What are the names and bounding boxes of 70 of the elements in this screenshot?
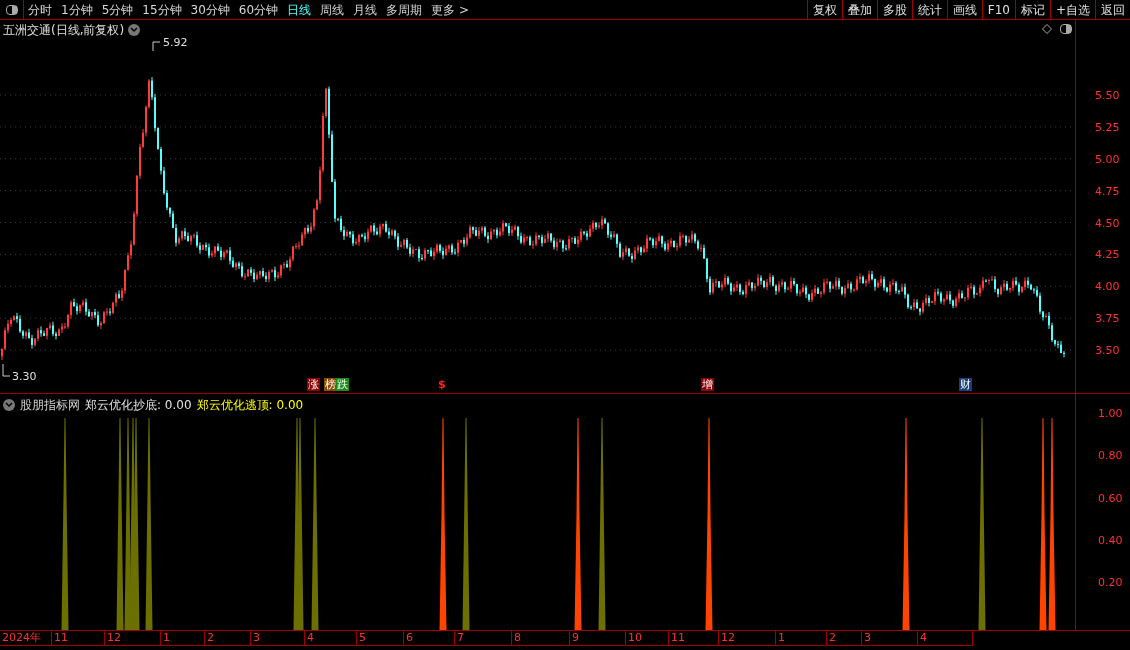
period-tab[interactable]: 5分钟 bbox=[101, 0, 134, 19]
event-marker[interactable]: 跌 bbox=[336, 378, 349, 391]
chart-title: 五洲交通(日线,前复权) bbox=[3, 22, 125, 39]
price-axis-label: 3.75 bbox=[1095, 311, 1120, 328]
time-axis-label: 5 bbox=[357, 631, 404, 646]
time-axis-label: 6 bbox=[404, 631, 455, 646]
price-axis-label: 4.50 bbox=[1095, 215, 1120, 232]
period-tab[interactable]: 60分钟 bbox=[238, 0, 279, 19]
toolbar-button[interactable]: 返回 bbox=[1095, 0, 1130, 19]
toolbar-button[interactable]: 统计 bbox=[911, 0, 947, 19]
toolbar-button[interactable]: F10 bbox=[981, 0, 1015, 19]
leader-line bbox=[152, 41, 161, 52]
price-axis-label: 5.00 bbox=[1095, 151, 1120, 168]
time-axis-label: 4 bbox=[918, 631, 973, 646]
period-tab[interactable]: 1分钟 bbox=[61, 0, 93, 19]
low-price-label: 3.30 bbox=[12, 369, 37, 385]
period-tab[interactable]: 分时 bbox=[28, 0, 52, 19]
time-axis-label: 12 bbox=[719, 631, 776, 646]
dropdown-icon[interactable] bbox=[3, 399, 15, 411]
indicator-axis-label: 0.20 bbox=[1098, 575, 1123, 592]
toolbar-button[interactable]: 画线 bbox=[946, 0, 982, 19]
time-axis-label: 3 bbox=[251, 631, 305, 646]
event-marker[interactable]: 涨 bbox=[307, 378, 320, 391]
time-axis-label: 7 bbox=[455, 631, 512, 646]
indicator-value: 郑云优化逃顶: 0.00 bbox=[196, 397, 304, 414]
indicator-value: 郑云优化抄底: 0.00 bbox=[85, 397, 192, 414]
event-marker[interactable]: 增 bbox=[701, 378, 714, 391]
indicator-axis-label: 0.40 bbox=[1098, 532, 1123, 549]
period-tab[interactable]: 多周期 bbox=[386, 0, 423, 19]
event-marker[interactable]: 财 bbox=[959, 378, 972, 391]
toolbar-button[interactable]: 多股 bbox=[876, 0, 912, 19]
indicator-name: 股朋指标网 bbox=[20, 397, 80, 414]
toolbar-button[interactable]: +自选 bbox=[1049, 0, 1095, 19]
time-axis-label: 4 bbox=[305, 631, 357, 646]
indicator-axis-label: 0.60 bbox=[1098, 490, 1123, 507]
period-tab[interactable]: 日线 bbox=[287, 0, 312, 19]
time-axis-label: 12 bbox=[105, 631, 161, 646]
period-tab[interactable]: 15分钟 bbox=[142, 0, 182, 19]
time-axis-label: 1 bbox=[776, 631, 827, 646]
toolbar-button[interactable]: 标记 bbox=[1014, 0, 1050, 19]
price-axis-label: 4.25 bbox=[1095, 247, 1120, 264]
indicator-axis-label: 1.00 bbox=[1098, 406, 1123, 422]
price-axis-label: 4.00 bbox=[1095, 279, 1120, 296]
period-tab[interactable]: 更多 > bbox=[431, 0, 469, 19]
price-axis-label: 5.25 bbox=[1095, 119, 1120, 136]
dropdown-icon[interactable] bbox=[128, 24, 141, 36]
high-price-label: 5.92 bbox=[163, 35, 188, 51]
price-axis-label: 3.50 bbox=[1095, 343, 1120, 359]
leader-line bbox=[2, 363, 11, 377]
time-axis-label: 10 bbox=[626, 631, 669, 646]
time-axis-label: 1 bbox=[161, 631, 205, 646]
period-tab[interactable]: 月线 bbox=[353, 0, 378, 19]
diamond-icon[interactable] bbox=[1042, 24, 1052, 34]
time-axis-label: 2 bbox=[205, 631, 251, 646]
panel-toggle-icon[interactable] bbox=[1060, 24, 1072, 34]
indicator-axis-label: 0.80 bbox=[1098, 448, 1123, 465]
time-axis-label: 9 bbox=[570, 631, 626, 646]
time-axis-label: 11 bbox=[669, 631, 719, 646]
time-axis-label: 3 bbox=[862, 631, 918, 646]
period-tab[interactable]: 30分钟 bbox=[190, 0, 230, 19]
price-axis-label: 5.50 bbox=[1095, 88, 1120, 104]
time-axis-label: 2 bbox=[827, 631, 862, 646]
time-axis-label: 8 bbox=[512, 631, 570, 646]
toolbar-button[interactable]: 复权 bbox=[806, 0, 842, 19]
toolbar-button[interactable]: 叠加 bbox=[841, 0, 877, 19]
event-marker[interactable]: $ bbox=[437, 378, 447, 391]
time-axis-label: 2024年 bbox=[0, 631, 52, 646]
time-axis-label: 11 bbox=[52, 631, 105, 646]
price-axis-label: 4.75 bbox=[1095, 183, 1120, 200]
period-tab[interactable]: 周线 bbox=[320, 0, 345, 19]
